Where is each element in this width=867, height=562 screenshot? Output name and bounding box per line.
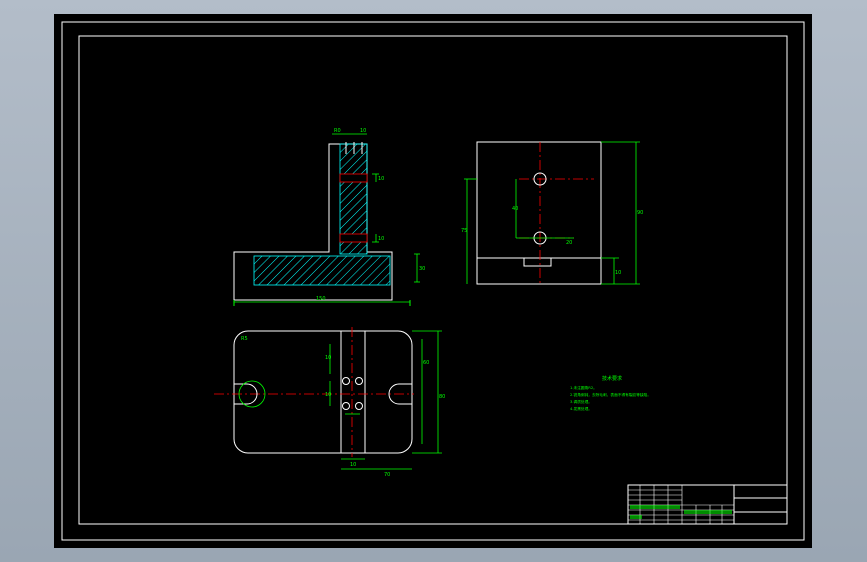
side-view: 75 40 20 90 10 bbox=[461, 141, 643, 285]
dim-right-overall: 90 bbox=[637, 210, 643, 216]
outer-border bbox=[61, 21, 805, 541]
dim-plan-width-b: 70 bbox=[384, 472, 390, 478]
dim-top-slot-left: R0 bbox=[334, 128, 341, 134]
dim-right-mid: 40 bbox=[512, 206, 518, 212]
dim-right-height-tall: 75 bbox=[461, 228, 467, 234]
note-line-2: 2.锐角倒钝，去除毛刺，表面不得有裂纹等缺陷。 bbox=[570, 392, 651, 397]
dim-overall-width: 150 bbox=[316, 296, 326, 302]
dim-plan-height-b: 80 bbox=[439, 394, 445, 400]
dim-top-slot-right: 10 bbox=[360, 128, 366, 134]
dim-base-height: 30 bbox=[419, 266, 425, 272]
dim-plan-height-a: 60 bbox=[423, 360, 429, 366]
drawing-svg: R0 10 10 10 30 150 75 40 20 90 10 R5 60 … bbox=[61, 21, 805, 541]
dim-side-lower: 10 bbox=[378, 236, 384, 242]
dim-plan-width-a: 10 bbox=[350, 462, 356, 468]
cad-viewport: R0 10 10 10 30 150 75 40 20 90 10 R5 60 … bbox=[0, 0, 867, 562]
technical-notes: 技术要求 1.未注圆角R2。 2.锐角倒钝，去除毛刺，表面不得有裂纹等缺陷。 3… bbox=[570, 375, 651, 411]
drawing-sheet[interactable]: R0 10 10 10 30 150 75 40 20 90 10 R5 60 … bbox=[54, 14, 812, 548]
note-line-1: 1.未注圆角R2。 bbox=[570, 385, 597, 390]
note-line-3: 3.调质处理。 bbox=[570, 399, 592, 404]
note-line-4: 4.发黑处理。 bbox=[570, 406, 592, 411]
dim-right-small: 20 bbox=[566, 240, 572, 246]
dim-right-bottom: 10 bbox=[615, 270, 621, 276]
inner-border bbox=[78, 35, 788, 525]
notes-title: 技术要求 bbox=[602, 375, 622, 382]
dim-plan-hole-b: 10 bbox=[325, 392, 331, 398]
dim-plan-hole-a: 10 bbox=[325, 355, 331, 361]
front-section-view: R0 10 10 10 30 150 bbox=[233, 128, 425, 306]
dim-plan-radius: R5 bbox=[241, 336, 248, 342]
plan-view: R5 60 80 10 10 10 70 bbox=[214, 327, 445, 478]
dim-side-upper: 10 bbox=[378, 176, 384, 182]
title-block bbox=[627, 484, 788, 525]
